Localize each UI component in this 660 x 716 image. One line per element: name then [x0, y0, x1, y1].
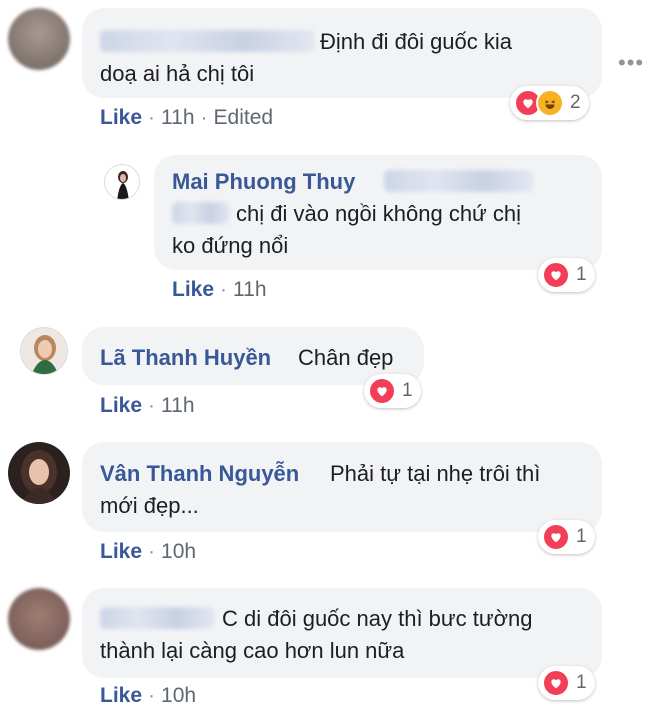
like-button[interactable]: Like: [100, 106, 142, 129]
tagged-name-blurred[interactable]: [172, 198, 230, 230]
comment-text: chị đi vào ngồi không chứ chị: [236, 201, 522, 226]
avatar-photo: [31, 335, 59, 374]
avatar[interactable]: [104, 164, 140, 200]
comment-text: doạ ai hả chị tôi: [100, 61, 255, 86]
love-icon: [542, 523, 570, 551]
edited-label[interactable]: Edited: [214, 106, 274, 129]
reaction-summary[interactable]: 1: [364, 374, 421, 408]
haha-icon: [536, 89, 564, 117]
comment-text: mới đẹp...: [100, 493, 199, 518]
comment-author-blurred[interactable]: [100, 603, 215, 635]
separator: ·: [220, 278, 228, 301]
comment-actions: Like · 10h: [100, 540, 196, 564]
like-button[interactable]: Like: [100, 540, 142, 563]
avatar[interactable]: [8, 442, 70, 504]
tagged-name-blurred[interactable]: [384, 166, 534, 198]
comment-time[interactable]: 11h: [233, 278, 266, 301]
avatar-photo: [117, 171, 129, 199]
avatar[interactable]: [20, 327, 68, 375]
reaction-count: 1: [576, 264, 587, 285]
reaction-count: 1: [576, 526, 587, 547]
comment-text: Phải tự tại nhẹ trôi thì: [330, 461, 541, 486]
comment-actions: Like · 11h: [100, 394, 195, 418]
comment-author[interactable]: Lã Thanh Huyền: [100, 342, 271, 374]
reaction-count: 1: [576, 672, 587, 693]
separator: ·: [200, 106, 208, 129]
like-button[interactable]: Like: [100, 684, 142, 707]
comment-text: C di đôi guốc nay thì bưc tường: [222, 606, 533, 631]
comment-author-blurred[interactable]: [100, 26, 315, 58]
separator: ·: [148, 394, 156, 417]
reaction-summary[interactable]: 1: [538, 666, 595, 700]
comment-time[interactable]: 11h: [161, 394, 194, 417]
more-options-icon[interactable]: •••: [618, 50, 644, 76]
comment-actions: Like · 10h: [100, 684, 196, 708]
comment-text: thành lại càng cao hơn lun nữa: [100, 638, 405, 663]
comment-actions: Like · 11h: [172, 278, 267, 302]
reaction-count: 2: [570, 92, 581, 113]
separator: ·: [148, 684, 156, 707]
reaction-count: 1: [402, 380, 413, 401]
comment-author[interactable]: Vân Thanh Nguyễn: [100, 458, 299, 490]
love-icon: [542, 261, 570, 289]
comment-time[interactable]: 10h: [161, 684, 196, 707]
avatar[interactable]: [8, 588, 70, 650]
separator: ·: [148, 540, 156, 563]
comment-text: ko đứng nổi: [172, 233, 289, 258]
comment-actions: Like · 11h · Edited: [100, 106, 273, 130]
comment-time[interactable]: 10h: [161, 540, 196, 563]
love-icon: [542, 669, 570, 697]
comment-time[interactable]: 11h: [161, 106, 194, 129]
avatar[interactable]: [8, 8, 70, 70]
love-icon: [368, 377, 396, 405]
separator: ·: [148, 106, 156, 129]
reaction-summary[interactable]: 2: [510, 86, 589, 120]
like-button[interactable]: Like: [100, 394, 142, 417]
avatar-photo: [21, 450, 57, 504]
comment-text: Định đi đôi guốc kia: [320, 29, 513, 54]
reaction-summary[interactable]: 1: [538, 520, 595, 554]
comment-text: Chân đẹp: [298, 345, 394, 370]
comment-author[interactable]: Mai Phuong Thuy: [172, 166, 355, 198]
reaction-summary[interactable]: 1: [538, 258, 595, 292]
like-button[interactable]: Like: [172, 278, 214, 301]
